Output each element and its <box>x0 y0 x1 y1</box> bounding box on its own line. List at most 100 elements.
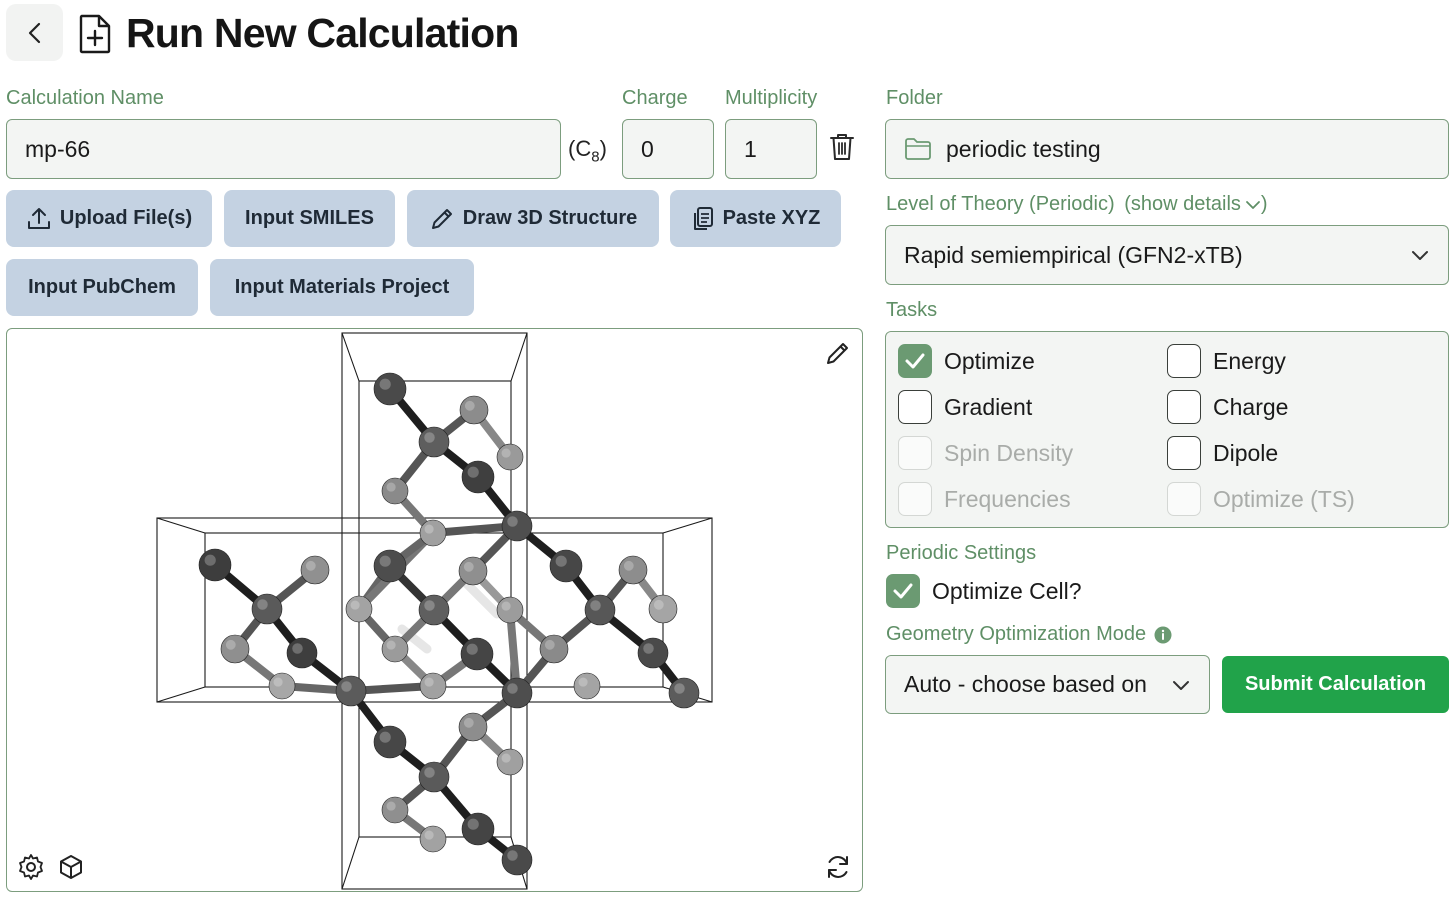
folder-select[interactable]: periodic testing <box>885 119 1449 179</box>
draw-3d-structure-button[interactable]: Draw 3D Structure <box>407 190 659 247</box>
molecule-viewer[interactable] <box>6 328 863 892</box>
geometry-mode-select[interactable]: Auto - choose based on <box>885 655 1210 714</box>
atom-shine <box>467 818 479 830</box>
optimize-cell-checkbox[interactable] <box>886 574 920 608</box>
show-details-link[interactable]: (show details) <box>1124 193 1267 215</box>
atom <box>648 594 678 624</box>
atom-shine <box>467 466 479 478</box>
atom-shine <box>379 731 391 743</box>
calculation-name-label: Calculation Name <box>6 87 164 109</box>
settings-gear-icon[interactable] <box>17 853 45 881</box>
level-of-theory-select[interactable]: Rapid semiempirical (GFN2-xTB) <box>885 225 1449 285</box>
atom-shine <box>424 767 435 778</box>
input-pubchem-button[interactable]: Input PubChem <box>6 259 198 316</box>
edit-pencil-icon[interactable] <box>824 339 852 367</box>
atom-shine <box>466 643 478 655</box>
task-optimize-ts: Optimize (TS) <box>1167 482 1355 516</box>
refresh-icon[interactable] <box>824 853 852 881</box>
atom-shine <box>501 601 511 611</box>
atom-shine <box>507 516 518 527</box>
atom-shine <box>379 378 391 390</box>
input-pubchem-label: Input PubChem <box>28 276 176 298</box>
atom-shine <box>386 801 396 811</box>
optimize-cell-label: Optimize Cell? <box>932 577 1082 604</box>
atom-shine <box>341 681 352 692</box>
atom <box>458 712 488 742</box>
atom <box>419 672 447 700</box>
atom-shine <box>501 753 511 763</box>
atom <box>496 748 524 776</box>
chevron-left-icon <box>28 22 40 43</box>
atom-shine <box>424 600 435 611</box>
atom-shine <box>257 599 268 610</box>
atom-shine <box>424 677 434 687</box>
optimize-checkbox[interactable] <box>898 344 932 378</box>
submit-calculation-button[interactable]: Submit Calculation <box>1222 656 1449 713</box>
task-energy[interactable]: Energy <box>1167 344 1286 378</box>
atom-shine <box>305 560 316 571</box>
task-gradient[interactable]: Gradient <box>898 390 1032 424</box>
atom <box>418 761 450 793</box>
atom <box>637 637 669 669</box>
atom <box>501 844 533 876</box>
atom <box>584 594 616 626</box>
atom-shine <box>501 448 511 458</box>
tasks-label: Tasks <box>886 299 938 321</box>
task-optimize[interactable]: Optimize <box>898 344 1035 378</box>
energy-checkbox[interactable] <box>1167 344 1201 378</box>
optimize-cell-option[interactable]: Optimize Cell? <box>886 574 1082 608</box>
atom <box>496 443 524 471</box>
atom <box>335 675 367 707</box>
trash-icon[interactable] <box>829 132 855 162</box>
atom <box>268 672 296 700</box>
atom-shine <box>292 643 303 654</box>
atom <box>539 634 569 664</box>
paste-xyz-button[interactable]: Paste XYZ <box>670 190 841 247</box>
task-dipole[interactable]: Dipole <box>1167 436 1278 470</box>
level-of-theory-value: Rapid semiempirical (GFN2-xTB) <box>904 241 1243 268</box>
pencil-icon <box>431 208 452 229</box>
frequencies-checkbox <box>898 482 932 516</box>
draw-3d-structure-label: Draw 3D Structure <box>462 207 638 229</box>
atom <box>549 549 583 583</box>
atom-shine <box>386 640 396 650</box>
atom <box>459 395 489 425</box>
geometry-mode-label: Geometry Optimization Mode <box>886 623 1172 646</box>
task-charge-label: Charge <box>1213 393 1289 420</box>
atom <box>458 556 488 586</box>
atom <box>461 812 495 846</box>
input-materials-project-button[interactable]: Input Materials Project <box>210 259 474 316</box>
atom-shine <box>653 599 664 610</box>
level-of-theory-label: Level of Theory (Periodic) (show details… <box>886 193 1268 216</box>
task-spin-density-label: Spin Density <box>944 439 1074 466</box>
gradient-checkbox[interactable] <box>898 390 932 424</box>
atom-shine <box>555 555 567 567</box>
dipole-checkbox[interactable] <box>1167 436 1201 470</box>
multiplicity-value: 1 <box>744 135 757 162</box>
atom-shine <box>578 677 588 687</box>
charge-checkbox[interactable] <box>1167 390 1201 424</box>
calculation-name-input[interactable]: mp-66 <box>6 119 561 179</box>
input-smiles-button[interactable]: Input SMILES <box>224 190 395 247</box>
folder-label: Folder <box>886 87 943 109</box>
input-materials-project-label: Input Materials Project <box>234 276 450 298</box>
atom <box>300 555 330 585</box>
atom <box>501 510 533 542</box>
charge-label: Charge <box>622 87 688 109</box>
atom <box>618 555 648 585</box>
atom <box>573 672 601 700</box>
folder-icon <box>905 138 931 160</box>
optimize-ts-checkbox <box>1167 482 1201 516</box>
atom <box>220 634 250 664</box>
task-charge[interactable]: Charge <box>1167 390 1288 424</box>
back-button[interactable] <box>6 4 63 61</box>
info-icon[interactable] <box>1154 626 1172 644</box>
cube-icon[interactable] <box>57 853 85 881</box>
charge-input[interactable]: 0 <box>622 119 714 179</box>
atom-shine <box>463 561 474 572</box>
atom-shine <box>273 677 283 687</box>
atom-shine <box>424 524 434 534</box>
task-optimize-ts-label: Optimize (TS) <box>1213 485 1355 512</box>
upload-files-button[interactable]: Upload File(s) <box>6 190 212 247</box>
multiplicity-input[interactable]: 1 <box>725 119 817 179</box>
